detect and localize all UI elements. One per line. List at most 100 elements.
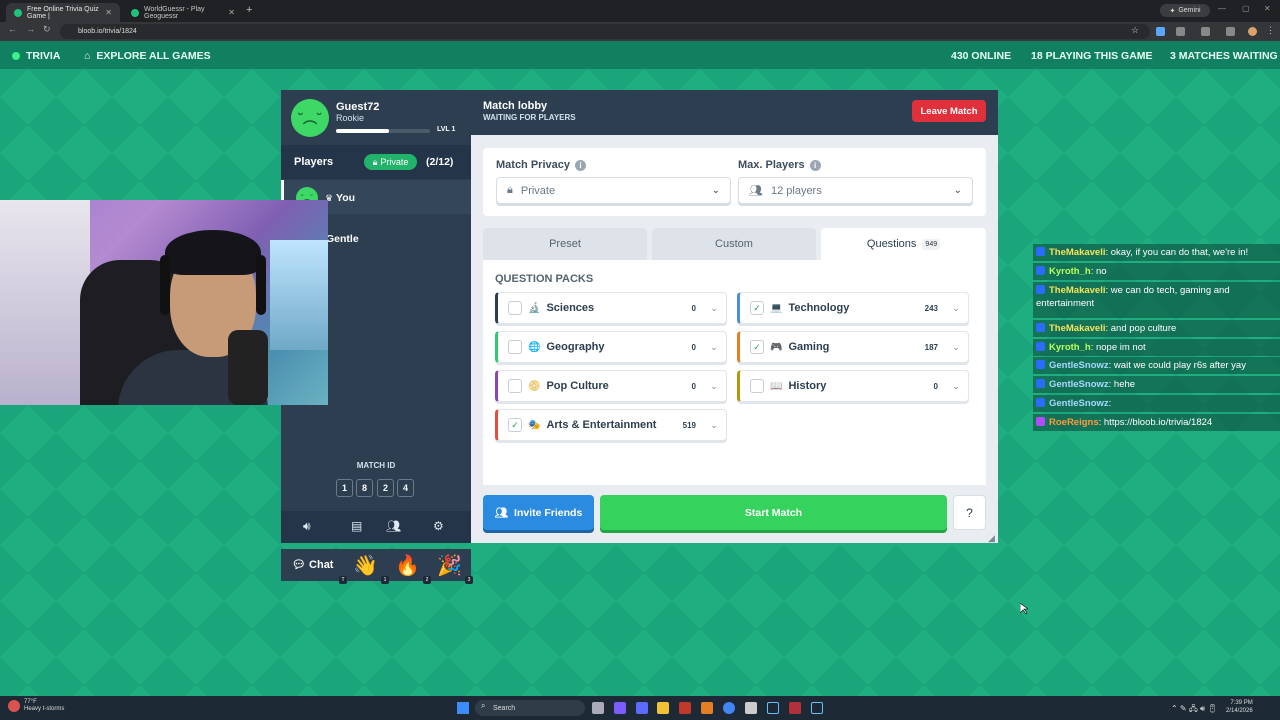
bookmark-star-icon[interactable]: ☆ (1131, 25, 1139, 36)
pack-checkbox[interactable] (750, 379, 764, 393)
leave-match-button[interactable]: Leave Match (912, 100, 986, 122)
party-reaction-icon[interactable]: 🎉 (437, 553, 462, 578)
match-privacy-select[interactable]: 🔒︎ Private ⌄ (496, 177, 731, 204)
extension-icon[interactable] (1201, 27, 1210, 36)
gemini-button[interactable]: ✦ Gemini (1160, 4, 1210, 17)
pack-checkbox[interactable]: ✓ (508, 418, 522, 432)
platform-badge-icon (1036, 379, 1045, 388)
tab-custom[interactable]: Custom (652, 228, 816, 260)
chat-button[interactable]: 💬︎ Chat (292, 558, 333, 571)
chat-username: GentleSnowz (1049, 360, 1109, 371)
fire-reaction-icon[interactable]: 🔥 (395, 553, 420, 578)
forward-icon[interactable]: → (26, 24, 35, 34)
question-pack-sciences[interactable]: 🔬 Sciences 0 ⌄ (495, 292, 727, 324)
steam-icon[interactable] (767, 702, 779, 714)
question-pack-technology[interactable]: ✓ 💻 Technology 243 ⌄ (737, 292, 969, 324)
profile-avatar-icon[interactable] (1248, 27, 1257, 36)
chrome-icon[interactable] (723, 702, 735, 714)
rules-icon[interactable]: ▤ (351, 519, 362, 533)
chevron-down-icon[interactable]: ⌄ (944, 342, 968, 353)
weather-widget[interactable]: 77°F Heavy t-storms (24, 699, 64, 713)
question-pack-arts-entertainment[interactable]: ✓ 🎭 Arts & Entertainment 519 ⌄ (495, 409, 727, 441)
max-players-select[interactable]: 👥︎ 12 players ⌄ (738, 177, 973, 204)
steam-icon[interactable] (811, 702, 823, 714)
reaction-count: 3 (465, 576, 473, 584)
chat-bubble-icon: 💬︎ (292, 559, 306, 571)
extension-icon[interactable] (1156, 27, 1165, 36)
question-pack-gaming[interactable]: ✓ 🎮 Gaming 187 ⌄ (737, 331, 969, 363)
pack-name: Technology (788, 302, 850, 314)
task-view-icon[interactable] (592, 702, 604, 714)
webcam-overlay (0, 200, 328, 405)
player-name: Gentle (326, 233, 359, 245)
browser-menu-icon[interactable]: ⋮ (1266, 25, 1275, 36)
pack-name: Gaming (788, 341, 830, 353)
players-label: Players (294, 156, 334, 168)
pack-icon: 🎮 (770, 341, 783, 353)
reload-icon[interactable]: ↻ (43, 24, 51, 35)
pack-name: Sciences (546, 302, 595, 314)
tab-preset[interactable]: Preset (483, 228, 647, 260)
invite-friends-button[interactable]: 👥︎ Invite Friends (483, 495, 594, 530)
pack-icon: 🌐 (528, 341, 541, 353)
close-window-icon[interactable]: ✕ (1264, 4, 1271, 13)
maximize-icon[interactable]: ▢ (1242, 4, 1250, 13)
tab-questions[interactable]: Questions 949 (821, 228, 986, 260)
resize-handle-icon[interactable]: ◢ (988, 533, 995, 544)
trivia-home-link[interactable]: TRIVIA (12, 50, 60, 62)
app-icon[interactable] (679, 702, 691, 714)
pack-checkbox[interactable]: ✓ (750, 340, 764, 354)
minimize-icon[interactable]: — (1218, 4, 1226, 13)
pack-checkbox[interactable] (508, 340, 522, 354)
gear-icon[interactable]: ⚙ (433, 519, 444, 533)
chat-username: TheMakaveli (1049, 285, 1106, 296)
extension-icon[interactable] (1176, 27, 1185, 36)
help-button[interactable]: ? (953, 495, 986, 530)
chevron-down-icon[interactable]: ⌄ (944, 303, 968, 314)
back-icon[interactable]: ← (8, 24, 17, 34)
info-icon[interactable]: i (574, 160, 586, 171)
player-name: You (336, 192, 356, 204)
app-icon[interactable] (745, 702, 757, 714)
match-id-digit: 4 (397, 479, 414, 497)
chevron-down-icon[interactable]: ⌄ (944, 381, 968, 392)
person-hair (165, 230, 261, 275)
chevron-down-icon[interactable]: ⌄ (702, 303, 726, 314)
app-icon[interactable] (789, 702, 801, 714)
new-tab-icon[interactable]: + (246, 4, 252, 16)
pack-checkbox[interactable]: ✓ (750, 301, 764, 315)
windows-start-icon[interactable] (457, 702, 469, 714)
wave-reaction-icon[interactable]: 👋 (353, 553, 378, 578)
sound-icon[interactable]: 🔊︎ (303, 519, 311, 534)
pack-name: History (788, 380, 827, 392)
weather-icon[interactable] (8, 700, 20, 712)
question-pack-pop-culture[interactable]: 📀 Pop Culture 0 ⌄ (495, 370, 727, 402)
start-match-button[interactable]: Start Match (600, 495, 947, 530)
question-pack-history[interactable]: 📖 History 0 ⌄ (737, 370, 969, 402)
players-icon[interactable]: 👥︎ (386, 519, 401, 533)
pack-checkbox[interactable] (508, 301, 522, 315)
file-explorer-icon[interactable] (657, 702, 669, 714)
taskbar-clock[interactable]: 7:39 PM 2/14/2026 (1226, 699, 1253, 715)
question-pack-geography[interactable]: 🌐 Geography 0 ⌄ (495, 331, 727, 363)
taskbar-search[interactable]: Search (475, 700, 585, 716)
info-icon[interactable]: i (809, 160, 821, 171)
chevron-down-icon[interactable]: ⌄ (702, 342, 726, 353)
close-tab-icon[interactable]: ✕ (228, 8, 235, 17)
players-icon: 👥︎ (749, 185, 763, 197)
close-tab-icon[interactable]: ✕ (105, 8, 112, 17)
chevron-down-icon[interactable]: ⌄ (702, 420, 726, 431)
extension-icon[interactable] (1226, 27, 1235, 36)
app-icon[interactable] (614, 702, 626, 714)
url-field[interactable]: bloob.io/trivia/1824 (60, 24, 1150, 39)
avatar[interactable]: ˘︵˘ (291, 99, 329, 137)
tray-icons[interactable]: ⌃ ✎ 🖧︎ 🔊︎ 🔋︎ (1171, 703, 1217, 717)
chevron-down-icon[interactable]: ⌄ (702, 381, 726, 392)
pack-checkbox[interactable] (508, 379, 522, 393)
explore-games-link[interactable]: ⌂ EXPLORE ALL GAMES (84, 50, 211, 62)
platform-badge-icon (1036, 398, 1045, 407)
browser-tab-trivia[interactable]: Free Online Trivia Quiz Game | ✕ (6, 3, 120, 22)
browser-tab-worldguessr[interactable]: WorldGuessr - Play Geoguessr ✕ (123, 3, 243, 22)
app-icon[interactable] (701, 702, 713, 714)
app-icon[interactable] (636, 702, 648, 714)
